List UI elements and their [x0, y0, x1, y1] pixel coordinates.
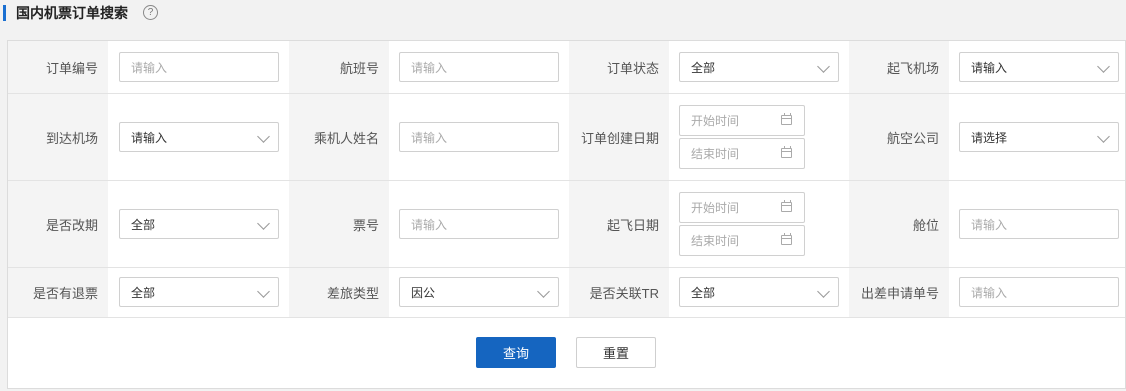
- airline-value: 请选择: [971, 130, 1008, 145]
- label-has-refund: 是否有退票: [8, 268, 108, 317]
- label-flight-no: 航班号: [289, 41, 389, 93]
- chevron-down-icon: [257, 285, 270, 298]
- create-date-start[interactable]: 开始时间: [679, 105, 805, 136]
- help-icon[interactable]: ?: [143, 5, 158, 20]
- label-dep-airport: 起飞机场: [849, 41, 949, 93]
- reset-button[interactable]: 重置: [576, 337, 656, 368]
- dep-date-end[interactable]: 结束时间: [679, 225, 805, 256]
- label-is-changed: 是否改期: [8, 181, 108, 267]
- chevron-down-icon: [257, 217, 270, 230]
- dep-airport-select[interactable]: 请输入: [959, 52, 1119, 82]
- label-airline: 航空公司: [849, 94, 949, 180]
- is-changed-value: 全部: [131, 217, 156, 232]
- travel-type-value: 因公: [411, 285, 436, 300]
- dep-date-start-placeholder: 开始时间: [691, 201, 740, 215]
- chevron-down-icon: [1097, 130, 1110, 143]
- calendar-icon: [781, 200, 792, 212]
- calendar-icon: [781, 233, 792, 245]
- has-refund-select[interactable]: 全部: [119, 277, 279, 307]
- linked-tr-select[interactable]: 全部: [679, 277, 839, 307]
- search-form: 订单编号 请输入 航班号 请输入 订单状态 全部 起飞机场 请输入 到达机场 请…: [7, 40, 1126, 389]
- label-trip-request-no: 出差申请单号: [849, 268, 949, 317]
- label-order-no: 订单编号: [8, 41, 108, 93]
- page-title: 国内机票订单搜索: [16, 5, 128, 21]
- search-button[interactable]: 查询: [476, 337, 556, 368]
- linked-tr-value: 全部: [691, 285, 716, 300]
- row-divider: [8, 317, 1125, 318]
- order-status-value: 全部: [691, 60, 716, 75]
- ticket-no-input[interactable]: 请输入: [399, 209, 559, 239]
- travel-type-select[interactable]: 因公: [399, 277, 559, 307]
- label-order-status: 订单状态: [569, 41, 669, 93]
- flight-no-input[interactable]: 请输入: [399, 52, 559, 82]
- order-no-input[interactable]: 请输入: [119, 52, 279, 82]
- label-ticket-no: 票号: [289, 181, 389, 267]
- create-date-start-placeholder: 开始时间: [691, 114, 740, 128]
- label-passenger-name: 乘机人姓名: [289, 94, 389, 180]
- passenger-name-input[interactable]: 请输入: [399, 122, 559, 152]
- chevron-down-icon: [257, 130, 270, 143]
- arr-airport-value: 请输入: [131, 130, 168, 145]
- label-linked-tr: 是否关联TR: [569, 268, 669, 317]
- label-arr-airport: 到达机场: [8, 94, 108, 180]
- airline-select[interactable]: 请选择: [959, 122, 1119, 152]
- chevron-down-icon: [537, 285, 550, 298]
- row-divider: [8, 93, 1125, 94]
- create-date-end-placeholder: 结束时间: [691, 147, 740, 161]
- calendar-icon: [781, 146, 792, 158]
- row-divider: [8, 267, 1125, 268]
- chevron-down-icon: [1097, 60, 1110, 73]
- create-date-end[interactable]: 结束时间: [679, 138, 805, 169]
- label-dep-date: 起飞日期: [569, 181, 669, 267]
- is-changed-select[interactable]: 全部: [119, 209, 279, 239]
- trip-request-no-input[interactable]: 请输入: [959, 277, 1119, 307]
- row-divider: [8, 180, 1125, 181]
- cabin-input[interactable]: 请输入: [959, 209, 1119, 239]
- page-header: 国内机票订单搜索 ?: [0, 0, 1126, 40]
- order-status-select[interactable]: 全部: [679, 52, 839, 82]
- chevron-down-icon: [817, 60, 830, 73]
- chevron-down-icon: [817, 285, 830, 298]
- label-create-date: 订单创建日期: [569, 94, 669, 180]
- dep-date-start[interactable]: 开始时间: [679, 192, 805, 223]
- has-refund-value: 全部: [131, 285, 156, 300]
- calendar-icon: [781, 113, 792, 125]
- title-accent-bar: [3, 5, 6, 21]
- label-cabin: 舱位: [849, 181, 949, 267]
- label-travel-type: 差旅类型: [289, 268, 389, 317]
- dep-date-end-placeholder: 结束时间: [691, 234, 740, 248]
- dep-airport-value: 请输入: [971, 60, 1008, 75]
- arr-airport-select[interactable]: 请输入: [119, 122, 279, 152]
